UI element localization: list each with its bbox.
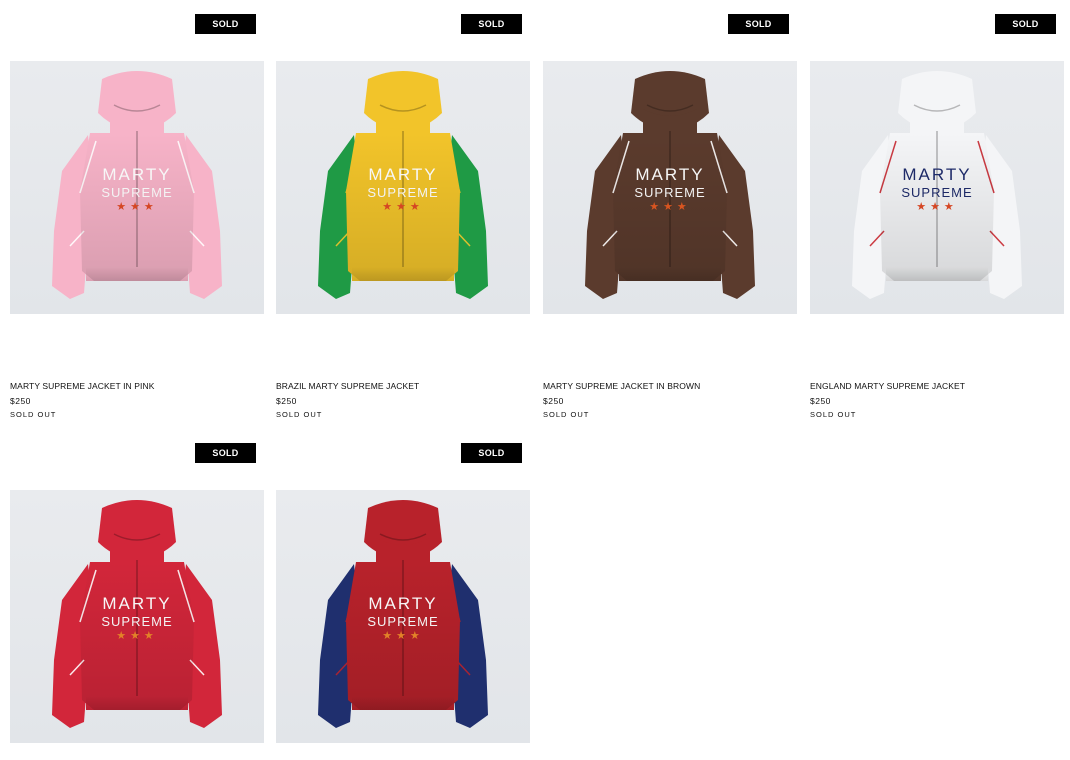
sold-out-badge: SOLD OUT — [195, 14, 256, 49]
jacket-illustration: MARTY SUPREME ★★★ — [585, 71, 755, 299]
sold-out-badge: SOLD OUT — [461, 14, 522, 49]
product-image[interactable]: MARTY SUPREME ★★★ — [10, 490, 264, 743]
product-stock-status: SOLD OUT — [543, 410, 590, 419]
product-title[interactable]: MARTY SUPREME JACKET IN BROWN — [543, 381, 700, 391]
product-image[interactable]: MARTY SUPREME ★★★ — [276, 61, 530, 314]
product-image[interactable]: MARTY SUPREME ★★★ — [810, 61, 1064, 314]
jacket-illustration: MARTY SUPREME ★★★ — [52, 71, 222, 299]
sold-out-badge: SOLD OUT — [461, 443, 522, 478]
product-stock-status: SOLD OUT — [10, 410, 57, 419]
product-stock-status: SOLD OUT — [810, 410, 857, 419]
sold-out-badge: SOLD OUT — [728, 14, 789, 49]
product-title[interactable]: MARTY SUPREME JACKET IN PINK — [10, 381, 155, 391]
product-image[interactable]: MARTY SUPREME ★★★ — [543, 61, 797, 314]
product-price: $250 — [543, 396, 564, 406]
jacket-illustration: MARTY SUPREME ★★★ — [52, 500, 222, 728]
jacket-illustration: MARTY SUPREME ★★★ — [318, 71, 488, 299]
product-price: $250 — [276, 396, 297, 406]
product-image[interactable]: MARTY SUPREME ★★★ — [10, 61, 264, 314]
product-price: $250 — [810, 396, 831, 406]
sold-out-badge: SOLD OUT — [995, 14, 1056, 49]
product-price: $250 — [10, 396, 31, 406]
product-image[interactable]: MARTY SUPREME ★★★ — [276, 490, 530, 743]
sold-out-badge: SOLD OUT — [195, 443, 256, 478]
product-stock-status: SOLD OUT — [276, 410, 323, 419]
product-grid: SOLD OUT MARTY SUPREME ★★★ MA — [0, 0, 1070, 760]
product-title[interactable]: ENGLAND MARTY SUPREME JACKET — [810, 381, 965, 391]
product-title[interactable]: BRAZIL MARTY SUPREME JACKET — [276, 381, 419, 391]
jacket-illustration: MARTY SUPREME ★★★ — [318, 500, 488, 728]
jacket-illustration: MARTY SUPREME ★★★ — [852, 71, 1022, 299]
